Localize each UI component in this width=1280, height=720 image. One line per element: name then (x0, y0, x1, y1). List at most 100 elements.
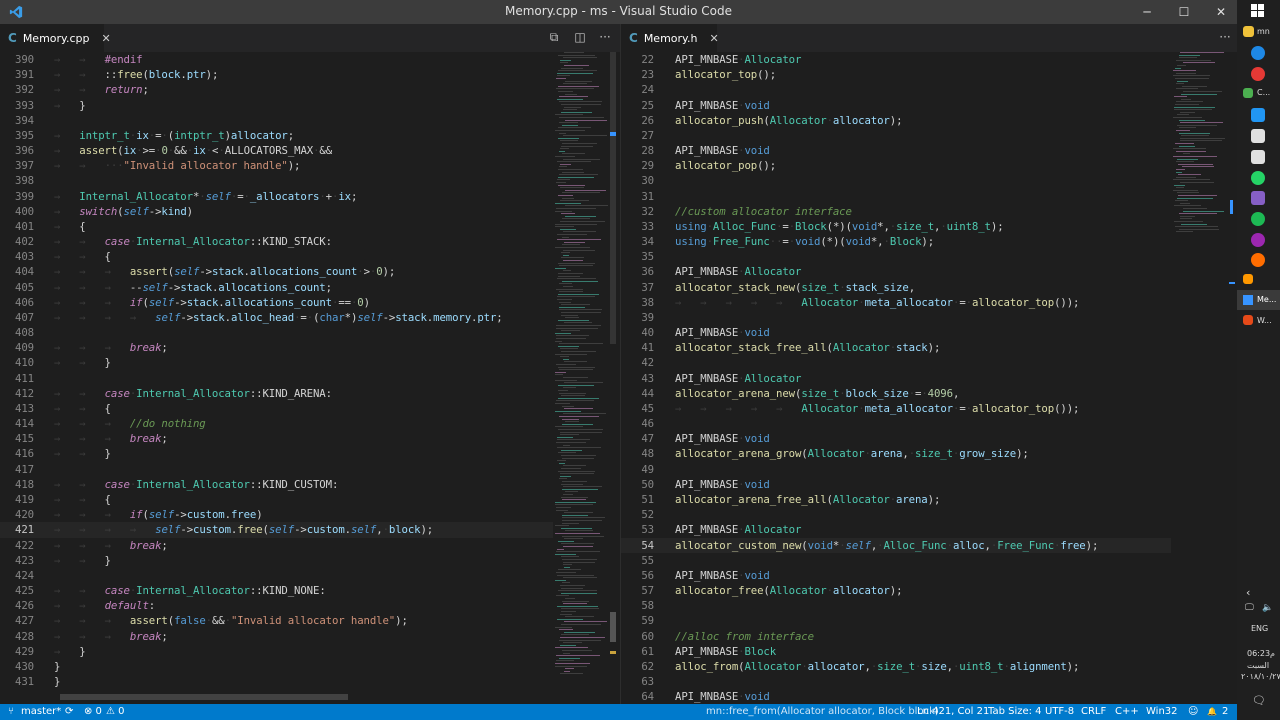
code-line[interactable]: 31 (621, 189, 1171, 204)
code-line[interactable]: 60 //alloc from interface (621, 629, 1171, 644)
error-count[interactable]: ⊗ 0 (84, 706, 102, 717)
tab-size[interactable]: Tab Size: 4 (988, 706, 1042, 717)
code-line[interactable]: 39 (621, 310, 1171, 325)
code-line[interactable]: 413 → → { (0, 401, 553, 416)
code-line[interactable]: 408 (0, 325, 553, 340)
app-icon[interactable] (1251, 233, 1265, 247)
edge-icon[interactable] (1251, 46, 1265, 60)
close-tab-icon[interactable]: ✕ (709, 32, 718, 45)
code-line[interactable]: 400 → switch(self->kind) (0, 204, 553, 219)
code-line[interactable]: 35 (621, 249, 1171, 264)
code-line[interactable]: 395 → intptr_t·ix·=·(intptr_t)allocator; (0, 128, 553, 143)
minimize-button[interactable]: ─ (1129, 0, 1165, 24)
code-line[interactable]: 46 (621, 416, 1171, 431)
code-line[interactable]: 401 → { (0, 219, 553, 234)
code-line[interactable]: 63 (621, 674, 1171, 689)
code-line[interactable]: 22 API_MNBASE·Allocator (621, 52, 1171, 67)
code-line[interactable]: 24 (621, 82, 1171, 97)
code-line[interactable]: 398 (0, 173, 553, 188)
code-line[interactable]: 30 (621, 173, 1171, 188)
code-line[interactable]: 405 → → → --self->stack.allocations_count… (0, 280, 553, 295)
taskbar-label-c[interactable]: C... (1257, 88, 1270, 97)
code-line[interactable]: 424 (0, 568, 553, 583)
code-line[interactable]: 399 → Internal_Allocator*·self·=·_allocat… (0, 189, 553, 204)
code-line[interactable]: 418 → → case·Internal_Allocator::KIND_CUS… (0, 477, 553, 492)
code-line[interactable]: 33 using·Alloc_Func·=·Block(*)(void*,·siz… (621, 219, 1171, 234)
notepad-icon[interactable] (1251, 129, 1265, 143)
code-line[interactable]: 61 API_MNBASE·Block (621, 644, 1171, 659)
code-line[interactable]: 40 API_MNBASE·void (621, 325, 1171, 340)
close-tab-icon[interactable]: ✕ (102, 32, 111, 45)
code-line[interactable]: 53 API_MNBASE·Allocator (621, 522, 1171, 537)
code-line[interactable]: 407 → → → → self->stack.alloc_head·=·(cha… (0, 310, 553, 325)
code-line[interactable]: 396 → assert(ix·>=·0·&&·ix·<·ALLOCATORS_M… (0, 143, 553, 158)
platform[interactable]: Win32 (1146, 706, 1178, 717)
code-line[interactable]: 394 (0, 113, 553, 128)
git-branch[interactable]: master* (21, 706, 61, 717)
taskbar-label-w[interactable]: W... (1257, 316, 1272, 325)
telegram-icon[interactable] (1251, 108, 1265, 122)
more-actions-icon[interactable]: ··· (1216, 30, 1234, 44)
firefox-icon[interactable] (1251, 253, 1265, 267)
code-line[interactable]: 26 allocator_push(Allocator·allocator); (621, 113, 1171, 128)
code-line[interactable]: 390 → → #endif (0, 52, 553, 67)
windows-start-icon[interactable] (1251, 4, 1265, 18)
language-mode[interactable]: C++ (1115, 706, 1139, 717)
tab-memory-cpp[interactable]: C Memory.cpp ✕ (0, 24, 111, 52)
code-line[interactable]: 51 allocator_arena_free_all(Allocator·are… (621, 492, 1171, 507)
maximize-button[interactable]: ☐ (1166, 0, 1202, 24)
code-line[interactable]: 420 → → → if(self->custom.free) (0, 507, 553, 522)
code-line[interactable]: 45 → → → → → Allocator·meta_allocator·=·a… (621, 401, 1171, 416)
code-line[interactable]: 37 allocator_stack_new(size_t·stack_size, (621, 280, 1171, 295)
split-editor-icon[interactable]: ◫ (571, 30, 589, 44)
whatsapp-icon[interactable] (1251, 171, 1265, 185)
folder-icon[interactable] (1243, 26, 1254, 37)
action-center-icon[interactable]: 🗨 (1252, 694, 1266, 707)
code-line[interactable]: 393 → } (0, 98, 553, 113)
code-line[interactable]: 36 API_MNBASE·Allocator (621, 264, 1171, 279)
code-line[interactable]: 58 (621, 598, 1171, 613)
code-line[interactable]: 419 → → { (0, 492, 553, 507)
code-line[interactable]: 406 → → → if(self->stack.allocations_coun… (0, 295, 553, 310)
code-area-left[interactable]: 390 → → #endif 391 → → ::free(block.ptr); 39… (0, 52, 553, 689)
feedback-smiley-icon[interactable]: ☺ (1188, 706, 1198, 717)
sync-icon[interactable]: ⟳ (65, 706, 73, 717)
open-changes-icon[interactable]: ⧉ (545, 30, 563, 45)
visual-studio-icon[interactable] (1251, 191, 1265, 205)
horizontal-scrollbar-left[interactable] (60, 694, 348, 700)
code-line[interactable]: 32 //custom allocator interface (621, 204, 1171, 219)
code-area-right[interactable]: 22 API_MNBASE·Allocator 23 allocator_top();… (621, 52, 1171, 704)
code-line[interactable]: 392 → → return; (0, 82, 553, 97)
code-line[interactable]: 422 → → → break; (0, 538, 553, 553)
code-line[interactable]: 417 (0, 462, 553, 477)
code-line[interactable]: 427 → → → assert(false·&&·"Invalid alloca… (0, 613, 553, 628)
code-line[interactable]: 55 (621, 553, 1171, 568)
code-line[interactable]: 28 API_MNBASE·void (621, 143, 1171, 158)
code-line[interactable]: 415 → → → break; (0, 431, 553, 446)
encoding[interactable]: UTF-8 (1045, 706, 1074, 717)
vertical-scrollbar-right[interactable] (1229, 52, 1235, 704)
code-line[interactable]: 44 allocator_arena_new(size_t·block_size·… (621, 386, 1171, 401)
taskbar-active-item[interactable]: Me... (1237, 290, 1280, 310)
code-line[interactable]: 423 → → } (0, 553, 553, 568)
code-line[interactable]: 56 API_MNBASE·void (621, 568, 1171, 583)
warning-count[interactable]: ⚠ 0 (106, 706, 125, 717)
notification-count[interactable]: 2 (1222, 706, 1228, 717)
code-line[interactable]: 29 allocator_pop(); (621, 158, 1171, 173)
code-line[interactable]: 414 → → → //do nothing (0, 416, 553, 431)
code-line[interactable]: 38 → → → → → Allocator·meta_allocator·=·a… (621, 295, 1171, 310)
clock-time[interactable]: 06:23 (1247, 649, 1270, 658)
more-actions-icon[interactable]: ··· (596, 30, 614, 44)
code-line[interactable]: 409 → → → break; (0, 340, 553, 355)
code-line[interactable]: 50 API_MNBASE·void (621, 477, 1171, 492)
app-icon[interactable] (1243, 88, 1253, 98)
vertical-scrollbar-left[interactable] (610, 52, 616, 704)
close-window-button[interactable]: ✕ (1203, 0, 1239, 24)
code-line[interactable]: 429 → } (0, 644, 553, 659)
code-line[interactable]: 54 allocator_custom_new(void*·self,·Alloc… (621, 537, 1171, 553)
code-line[interactable]: 27 (621, 128, 1171, 143)
code-line[interactable]: 49 (621, 462, 1171, 477)
code-line[interactable]: 47 API_MNBASE·void (621, 431, 1171, 446)
code-line[interactable]: 59 (621, 613, 1171, 628)
code-line[interactable]: 34 using·Free_Func··=·void(*)(void*,·Bloc… (621, 234, 1171, 249)
